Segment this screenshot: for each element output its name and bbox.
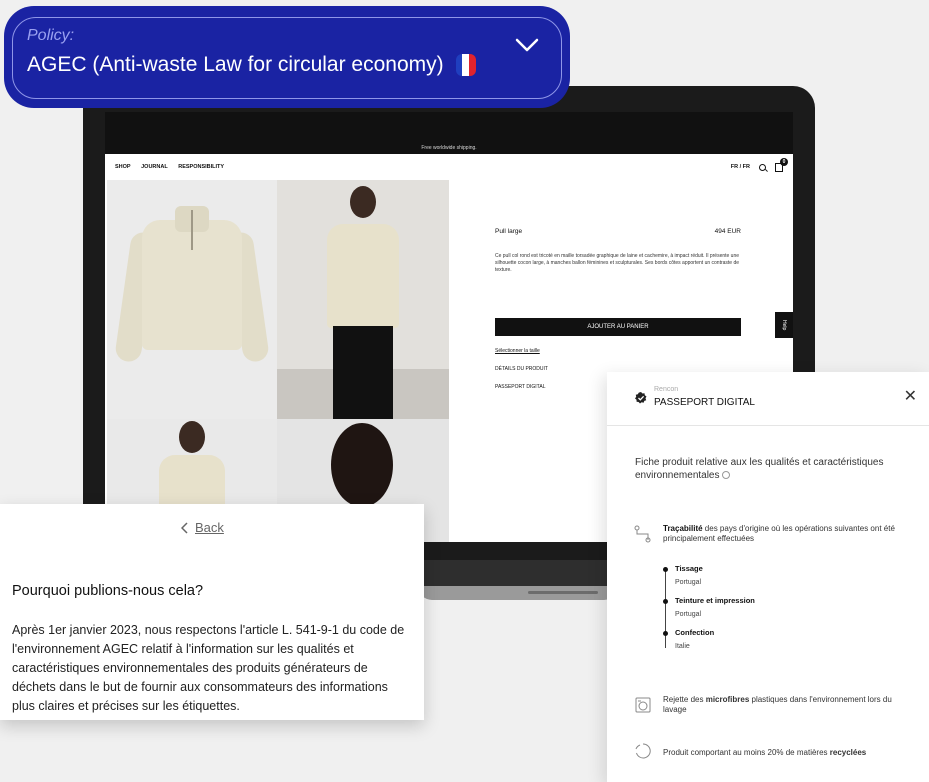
recycled-text: Produit comportant au moins 20% de matiè… [663, 748, 903, 757]
passport-brand: Rencon [654, 386, 679, 393]
policy-label: Policy: [27, 27, 75, 44]
timeline-step: Confection Italie [663, 628, 863, 650]
nav-journal[interactable]: JOURNAL [141, 164, 168, 170]
policy-value: AGEC (Anti-waste Law for circular econom… [27, 53, 476, 77]
product-photo-sweater[interactable] [107, 180, 277, 419]
nav-links: SHOP JOURNAL RESPONSIBILITY [115, 164, 233, 170]
screen-top-bar [105, 112, 793, 142]
recycled-pre: Produit comportant au moins 20% de matiè… [663, 748, 830, 757]
product-header: Pull large 494 EUR [495, 228, 741, 235]
step-country: Italie [675, 643, 690, 650]
close-icon[interactable]: ✕ [904, 386, 917, 406]
cart-count: 0 [780, 157, 788, 166]
product-name: Pull large [495, 228, 523, 235]
model-head [331, 423, 393, 507]
digital-passport-panel: Rencon PASSEPORT DIGITAL ✕ Fiche produit… [607, 372, 929, 782]
shipping-banner: Free worldwide shipping. [105, 142, 793, 154]
policy-selector[interactable]: Policy: AGEC (Anti-waste Law for circula… [4, 6, 570, 108]
recycle-icon [635, 743, 651, 759]
product-photo-model[interactable] [277, 180, 449, 419]
policy-value-text: AGEC (Anti-waste Law for circular econom… [27, 53, 444, 76]
site-nav: SHOP JOURNAL RESPONSIBILITY FR / FR 0 [105, 154, 793, 180]
product-info: Pull large 494 EUR Ce pull col rond est … [495, 228, 741, 390]
step-name: Tissage [675, 564, 703, 573]
add-to-cart-button[interactable]: AJOUTER AU PANIER [495, 318, 741, 336]
back-link[interactable]: Back [181, 520, 224, 535]
washing-machine-icon [635, 697, 651, 713]
why-title: Pourquoi publions-nous cela? [12, 583, 204, 599]
nav-right: FR / FR 0 [731, 157, 788, 172]
verified-badge-icon [635, 392, 647, 404]
passport-intro-text: Fiche produit relative aux les qualités … [635, 457, 884, 481]
laptop-base [418, 560, 618, 600]
why-body: Après 1er janvier 2023, nous respectons … [12, 623, 405, 713]
locale-selector[interactable]: FR / FR [731, 164, 750, 170]
model-head [179, 421, 205, 453]
step-country: Portugal [675, 579, 702, 586]
passport-intro: Fiche produit relative aux les qualités … [635, 456, 905, 482]
fibre-pre: Rejette des [663, 695, 706, 704]
passport-title: PASSEPORT DIGITAL [654, 397, 755, 408]
step-name: Teinture et impression [675, 596, 755, 605]
traceability-bold: Traçabilité [663, 524, 703, 533]
model-sweater [327, 224, 399, 328]
chevron-down-icon[interactable] [514, 32, 540, 58]
step-country: Portugal [675, 611, 702, 618]
timeline-step: Tissage Portugal [663, 564, 863, 586]
fibre-bold: microfibres [705, 695, 750, 704]
bag-icon[interactable]: 0 [775, 157, 788, 172]
nav-shop[interactable]: SHOP [115, 164, 131, 170]
why-panel: Back Pourquoi publions-nous cela? Après … [0, 504, 424, 720]
search-icon[interactable] [759, 163, 766, 171]
france-flag-icon [455, 54, 476, 76]
step-name: Confection [675, 628, 715, 637]
sweater-zip [191, 210, 193, 250]
back-label: Back [195, 520, 224, 535]
route-icon [634, 525, 651, 543]
select-size-link[interactable]: Sélectionner la taille [495, 348, 741, 354]
model-head [350, 186, 376, 218]
traceability-text: Traçabilité des pays d'origine où les op… [663, 524, 905, 544]
product-description: Ce pull col rond est tricoté en maille t… [495, 253, 740, 273]
recycled-bold: recyclées [829, 748, 867, 757]
timeline-step: Teinture et impression Portugal [663, 596, 863, 618]
microfibre-text: Rejette des microfibres plastiques dans … [663, 695, 903, 715]
model-pants [333, 326, 393, 419]
origin-timeline: Tissage Portugal Teinture et impression … [663, 564, 863, 660]
passport-header: Rencon PASSEPORT DIGITAL ✕ [607, 372, 929, 426]
info-icon[interactable] [722, 471, 731, 480]
nav-responsibility[interactable]: RESPONSIBILITY [178, 164, 224, 170]
chevron-left-icon [181, 521, 188, 534]
product-price: 494 EUR [714, 228, 741, 235]
help-tab[interactable]: Help [775, 312, 793, 338]
